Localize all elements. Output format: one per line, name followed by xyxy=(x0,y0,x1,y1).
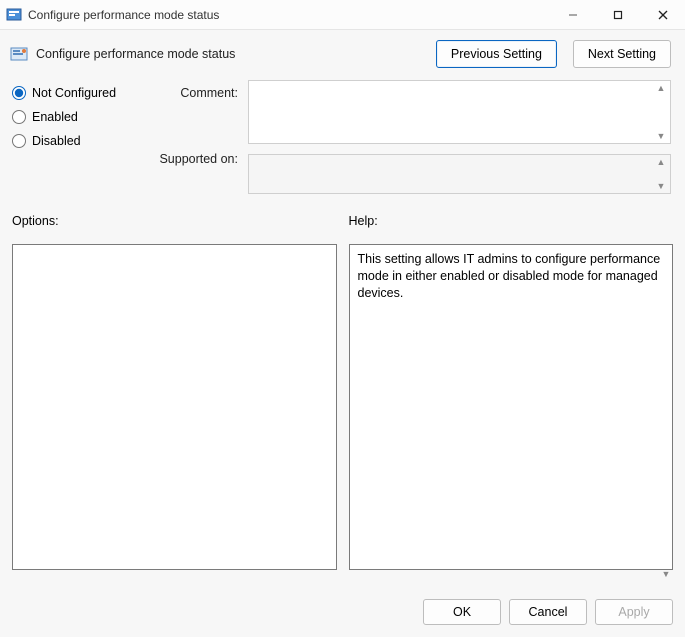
header-row: Configure performance mode status Previo… xyxy=(0,30,685,72)
scroll-down-icon[interactable]: ▼ xyxy=(654,130,668,142)
radio-disabled-input[interactable] xyxy=(12,134,26,148)
policy-icon xyxy=(10,45,28,63)
ok-button[interactable]: OK xyxy=(423,599,501,625)
scroll-down-icon[interactable]: ▼ xyxy=(654,180,668,192)
cancel-button[interactable]: Cancel xyxy=(509,599,587,625)
radio-enabled-label: Enabled xyxy=(32,110,78,124)
state-radio-group: Not Configured Enabled Disabled xyxy=(12,80,142,204)
help-panel: This setting allows IT admins to configu… xyxy=(349,244,674,570)
radio-disabled-label: Disabled xyxy=(32,134,81,148)
next-setting-button[interactable]: Next Setting xyxy=(573,40,671,68)
radio-enabled[interactable]: Enabled xyxy=(12,110,142,124)
dialog-footer: OK Cancel Apply xyxy=(0,589,685,637)
minimize-button[interactable] xyxy=(550,0,595,29)
help-text: This setting allows IT admins to configu… xyxy=(358,252,661,300)
supported-on-field: ▲ ▼ xyxy=(248,154,671,194)
scroll-up-icon[interactable]: ▲ xyxy=(654,156,668,168)
options-label: Options: xyxy=(12,214,337,228)
close-button[interactable] xyxy=(640,0,685,29)
apply-button: Apply xyxy=(595,599,673,625)
help-scrollbar[interactable]: ▼ xyxy=(659,280,673,581)
radio-not-configured-input[interactable] xyxy=(12,86,26,100)
radio-not-configured-label: Not Configured xyxy=(32,86,116,100)
comment-field[interactable]: ▲ ▼ xyxy=(248,80,671,144)
window-title: Configure performance mode status xyxy=(28,8,550,22)
options-panel xyxy=(12,244,337,570)
comment-label: Comment: xyxy=(152,86,238,100)
radio-enabled-input[interactable] xyxy=(12,110,26,124)
previous-setting-button[interactable]: Previous Setting xyxy=(436,40,557,68)
radio-disabled[interactable]: Disabled xyxy=(12,134,142,148)
maximize-button[interactable] xyxy=(595,0,640,29)
policy-title: Configure performance mode status xyxy=(36,47,420,61)
radio-not-configured[interactable]: Not Configured xyxy=(12,86,142,100)
help-label: Help: xyxy=(349,214,674,228)
titlebar: Configure performance mode status xyxy=(0,0,685,30)
policy-app-icon xyxy=(6,7,22,23)
scroll-up-icon[interactable]: ▲ xyxy=(654,82,668,94)
scroll-down-icon[interactable]: ▼ xyxy=(659,567,673,581)
supported-label: Supported on: xyxy=(152,152,238,166)
